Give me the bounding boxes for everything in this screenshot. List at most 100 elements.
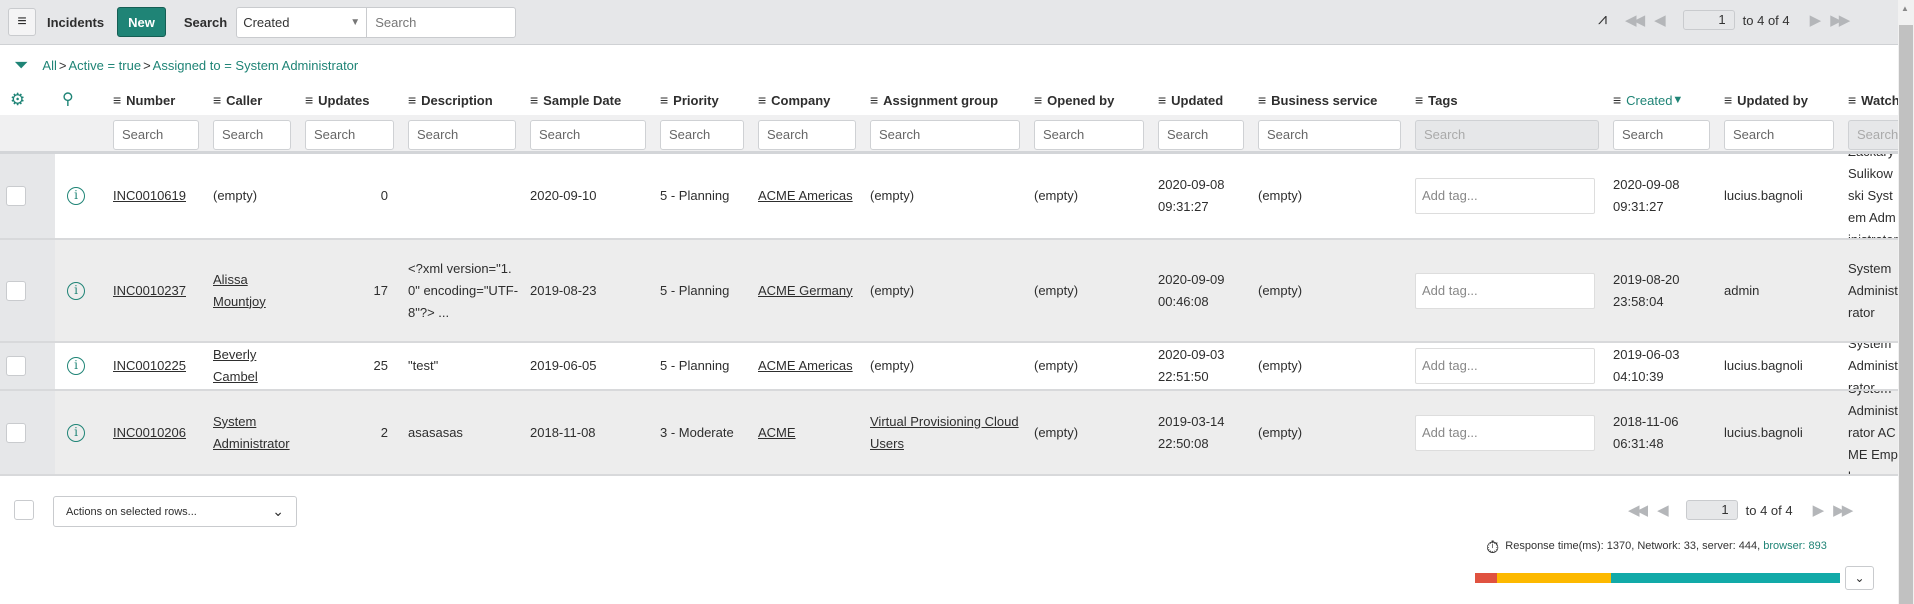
sort-desc-icon[interactable]: ▼	[1672, 94, 1683, 106]
row-checkbox[interactable]	[6, 422, 26, 443]
number-link[interactable]: INC0010225	[113, 355, 186, 377]
gear-icon[interactable]: ⚙	[10, 90, 25, 110]
number-link[interactable]: INC0010237	[113, 280, 186, 302]
company-link[interactable]: ACME Americas	[758, 355, 853, 377]
company-link[interactable]: ACME	[758, 422, 796, 444]
column-menu-icon[interactable]: ≡	[1848, 92, 1856, 108]
column-search-tags[interactable]: Search	[1415, 120, 1599, 150]
column-header-sample-date[interactable]: ≡ Sample Date	[530, 85, 652, 115]
select-all-checkbox[interactable]	[14, 500, 34, 520]
column-header-business-service[interactable]: ≡ Business service	[1258, 85, 1407, 115]
info-icon[interactable]: i	[67, 187, 85, 205]
first-page-icon[interactable]: ◀◀	[1628, 501, 1648, 519]
add-tag-input[interactable]: Add tag...	[1415, 348, 1595, 384]
column-menu-icon[interactable]: ≡	[1034, 92, 1042, 108]
search-input[interactable]: Search	[367, 8, 515, 37]
cell-created: 2019-08-20 23:58:04	[1605, 240, 1716, 341]
column-header-opened-by[interactable]: ≡ Opened by	[1034, 85, 1150, 115]
info-icon[interactable]: i	[67, 281, 85, 300]
cell-business-service: (empty)	[1250, 391, 1407, 474]
caller-link[interactable]: Beverly Cambel	[213, 344, 297, 388]
prev-page-icon[interactable]: ◀	[1654, 11, 1665, 29]
column-search-updated-by[interactable]: Search	[1724, 120, 1834, 150]
column-search-number[interactable]: Search	[113, 120, 199, 150]
column-menu-icon[interactable]: ≡	[530, 92, 538, 108]
hamburger-menu-button[interactable]: ≡	[8, 8, 36, 36]
column-header-tags[interactable]: ≡ Tags	[1415, 85, 1605, 115]
column-header-watch-list[interactable]: ≡ Watch list	[1848, 85, 1898, 115]
add-tag-input[interactable]: Add tag...	[1415, 178, 1595, 214]
assignment-group-link[interactable]: Virtual Provisioning Cloud Users	[870, 411, 1026, 455]
breadcrumb-all[interactable]: All	[42, 58, 56, 73]
column-search-company[interactable]: Search	[758, 120, 856, 150]
column-menu-icon[interactable]: ≡	[408, 92, 416, 108]
column-search-assignment-group[interactable]: Search	[870, 120, 1020, 150]
breadcrumb-assigned[interactable]: Assigned to = System Administrator	[153, 58, 359, 73]
column-label: Created	[1626, 92, 1673, 108]
row-checkbox[interactable]	[6, 280, 26, 301]
info-icon[interactable]: i	[67, 357, 85, 375]
company-link[interactable]: ACME Germany	[758, 280, 853, 302]
breadcrumb-active[interactable]: Active = true	[68, 58, 141, 73]
column-header-description[interactable]: ≡ Description	[408, 85, 522, 115]
scrollbar-thumb[interactable]	[1899, 25, 1913, 604]
column-header-number[interactable]: ≡ Number	[113, 85, 205, 115]
caller-link[interactable]: Alissa Mountjoy	[213, 269, 297, 313]
row-checkbox[interactable]	[6, 186, 26, 206]
filter-icon[interactable]: ⏷	[14, 55, 28, 76]
caller-link[interactable]: System Administrator	[213, 411, 297, 455]
activity-icon[interactable]: ⩘	[1598, 11, 1607, 29]
add-tag-input[interactable]: Add tag...	[1415, 414, 1595, 451]
column-search-description[interactable]: Search	[408, 120, 516, 150]
search-field-select[interactable]: Created ▼	[237, 7, 368, 37]
column-menu-icon[interactable]: ≡	[870, 92, 878, 108]
vertical-scrollbar[interactable]: ▲	[1898, 0, 1914, 604]
column-menu-icon[interactable]: ≡	[1724, 92, 1732, 108]
response-details-toggle[interactable]: ⌄	[1845, 566, 1874, 590]
add-tag-input[interactable]: Add tag...	[1415, 272, 1595, 309]
row-checkbox[interactable]	[6, 356, 26, 376]
column-search-opened-by[interactable]: Search	[1034, 120, 1144, 150]
column-header-created[interactable]: ≡ Created ▼	[1613, 85, 1716, 115]
column-menu-icon[interactable]: ≡	[1258, 92, 1266, 108]
actions-select[interactable]: Actions on selected rows... ⌄	[53, 496, 297, 527]
column-search-updated[interactable]: Search	[1158, 120, 1244, 150]
column-menu-icon[interactable]: ≡	[305, 92, 313, 108]
column-search-created[interactable]: Search	[1613, 120, 1710, 150]
column-menu-icon[interactable]: ≡	[1415, 92, 1423, 108]
info-icon[interactable]: i	[67, 423, 85, 442]
column-search-updates[interactable]: Search	[305, 120, 394, 150]
column-menu-icon[interactable]: ≡	[758, 92, 766, 108]
new-button[interactable]: New	[117, 7, 166, 37]
last-page-icon[interactable]: ▶▶	[1830, 11, 1850, 29]
first-page-icon[interactable]: ◀◀	[1625, 11, 1645, 29]
next-page-icon[interactable]: ▶	[1813, 501, 1824, 519]
column-header-priority[interactable]: ≡ Priority	[660, 85, 750, 115]
column-menu-icon[interactable]: ≡	[1158, 92, 1166, 108]
last-page-icon[interactable]: ▶▶	[1833, 501, 1853, 519]
page-input[interactable]: 1	[1685, 500, 1738, 520]
column-search-priority[interactable]: Search	[660, 120, 744, 150]
column-header-company[interactable]: ≡ Company	[758, 85, 862, 115]
column-header-updated[interactable]: ≡ Updated	[1158, 85, 1250, 115]
column-header-updated-by[interactable]: ≡ Updated by	[1724, 85, 1840, 115]
sample-date-value: 2018-11-08	[530, 424, 596, 440]
column-header-updates[interactable]: ≡ Updates	[305, 85, 400, 115]
column-menu-icon[interactable]: ≡	[1613, 92, 1621, 108]
next-page-icon[interactable]: ▶	[1810, 11, 1821, 29]
scroll-up-icon[interactable]: ▲	[1901, 4, 1909, 13]
column-search-business-service[interactable]: Search	[1258, 120, 1401, 150]
page-input[interactable]: 1	[1682, 10, 1735, 30]
column-header-caller[interactable]: ≡ Caller	[213, 85, 297, 115]
prev-page-icon[interactable]: ◀	[1657, 501, 1668, 519]
column-menu-icon[interactable]: ≡	[113, 92, 121, 108]
search-icon[interactable]: ⚲	[62, 89, 74, 109]
column-search-caller[interactable]: Search	[213, 120, 291, 150]
number-link[interactable]: INC0010206	[113, 422, 186, 444]
column-search-sample-date[interactable]: Search	[530, 120, 646, 150]
column-menu-icon[interactable]: ≡	[660, 92, 668, 108]
company-link[interactable]: ACME Americas	[758, 185, 853, 207]
column-menu-icon[interactable]: ≡	[213, 92, 221, 108]
number-link[interactable]: INC0010619	[113, 185, 186, 207]
column-header-assignment-group[interactable]: ≡ Assignment group	[870, 85, 1026, 115]
